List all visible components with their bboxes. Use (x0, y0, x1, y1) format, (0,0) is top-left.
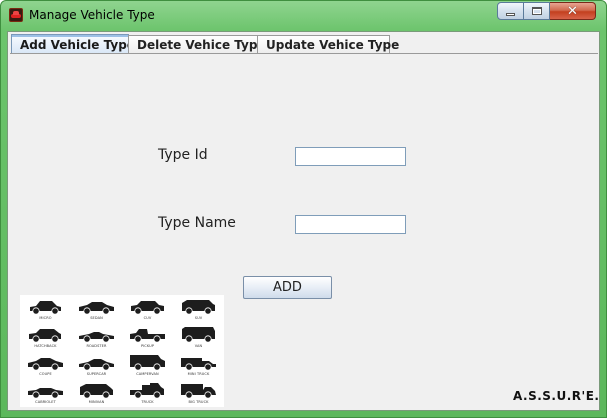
application-window: Manage Vehicle Type ✕ Add Vehicle Type D… (0, 0, 607, 418)
vehicle-type-label: SEDAN (90, 316, 103, 320)
vehicle-type-cell: SUV (173, 295, 224, 323)
vehicle-type-label: PICKUP (140, 344, 155, 348)
vehicle-type-cell: SUPERCAR (71, 351, 122, 379)
vehicle-type-label: TRUCK (141, 400, 154, 404)
vehicle-type-cell: COUPE (20, 351, 71, 379)
car-app-icon (9, 8, 23, 22)
window-controls: ✕ (497, 2, 596, 21)
vehicle-type-cell: SEDAN (71, 295, 122, 323)
vehicle-silhouette-icon (130, 355, 165, 371)
type-name-label: Type Name (158, 215, 236, 231)
add-button[interactable]: ADD (243, 276, 332, 299)
vehicle-silhouette-icon (30, 301, 61, 315)
vehicle-silhouette-icon (79, 332, 114, 343)
vehicle-silhouette-icon (79, 302, 114, 315)
vehicle-type-cell: ROADSTER (71, 323, 122, 351)
vehicle-types-image: MICRO SEDAN CUV SUV HATCHBACK ROADSTER PICKUP V… (20, 295, 224, 407)
vehicle-silhouette-icon (28, 388, 63, 399)
vehicle-type-cell: HATCHBACK (20, 323, 71, 351)
vehicle-silhouette-icon (28, 358, 63, 371)
vehicle-silhouette-icon (80, 384, 113, 399)
vehicle-type-cell: CABRIOLET (20, 379, 71, 407)
type-name-input[interactable] (295, 215, 406, 234)
tab-delete-vehicle-type[interactable]: Delete Vehice Type (128, 35, 266, 54)
vehicle-silhouette-icon (29, 329, 61, 343)
vehicle-type-cell: MINIVAN (71, 379, 122, 407)
window-title: Manage Vehicle Type (29, 8, 155, 22)
vehicle-silhouette-icon (79, 359, 114, 371)
vehicle-type-label: ROADSTER (86, 344, 107, 348)
vehicle-type-label: COUPE (39, 372, 52, 376)
vehicle-silhouette-icon (182, 327, 215, 343)
vehicle-silhouette-icon (130, 329, 165, 343)
title-bar[interactable]: Manage Vehicle Type ✕ (1, 1, 606, 31)
vehicle-type-label: MICRO (39, 316, 52, 320)
vehicle-type-label: BIG TRUCK (188, 400, 209, 404)
vehicle-type-cell: CUV (122, 295, 173, 323)
vehicle-type-label: SUV (194, 316, 203, 320)
minimize-icon (506, 12, 515, 16)
vehicle-type-label: SUPERCAR (86, 372, 107, 376)
tab-strip: Add Vehicle Type Delete Vehice Type Upda… (11, 34, 399, 54)
type-id-label: Type Id (158, 147, 208, 163)
close-button[interactable]: ✕ (550, 2, 596, 20)
vehicle-type-label: MINI TRUCK (187, 372, 210, 376)
vehicle-type-cell: PICKUP (122, 323, 173, 351)
vehicle-type-label: CUV (143, 316, 152, 320)
vehicle-type-label: MINIVAN (88, 400, 105, 404)
vehicle-type-cell: VAN (173, 323, 224, 351)
vehicle-type-label: CABRIOLET (35, 400, 56, 404)
tab-add-vehicle-type[interactable]: Add Vehicle Type (11, 34, 135, 54)
vehicle-type-label: CAMPERVAN (136, 372, 159, 376)
vehicle-silhouette-icon (181, 384, 216, 399)
vehicle-type-cell: MICRO (20, 295, 71, 323)
minimize-button[interactable] (497, 2, 524, 20)
vehicle-silhouette-icon (130, 383, 164, 399)
tab-update-vehicle-type[interactable]: Update Vehice Type (257, 35, 399, 54)
vehicle-silhouette-icon (181, 358, 216, 371)
vehicle-type-cell: CAMPERVAN (122, 351, 173, 379)
vehicle-type-label: VAN (194, 344, 203, 348)
brand-label: A.S.S.U.R'E. (513, 389, 600, 403)
vehicle-silhouette-icon (182, 300, 215, 315)
vehicle-type-cell: BIG TRUCK (173, 379, 224, 407)
vehicle-type-cell: TRUCK (122, 379, 173, 407)
close-icon: ✕ (567, 3, 578, 19)
maximize-button[interactable] (524, 2, 550, 20)
maximize-icon (531, 7, 542, 15)
vehicle-silhouette-icon (131, 301, 164, 315)
vehicle-type-label: HATCHBACK (34, 344, 57, 348)
type-id-input[interactable] (295, 147, 406, 166)
vehicle-type-cell: MINI TRUCK (173, 351, 224, 379)
